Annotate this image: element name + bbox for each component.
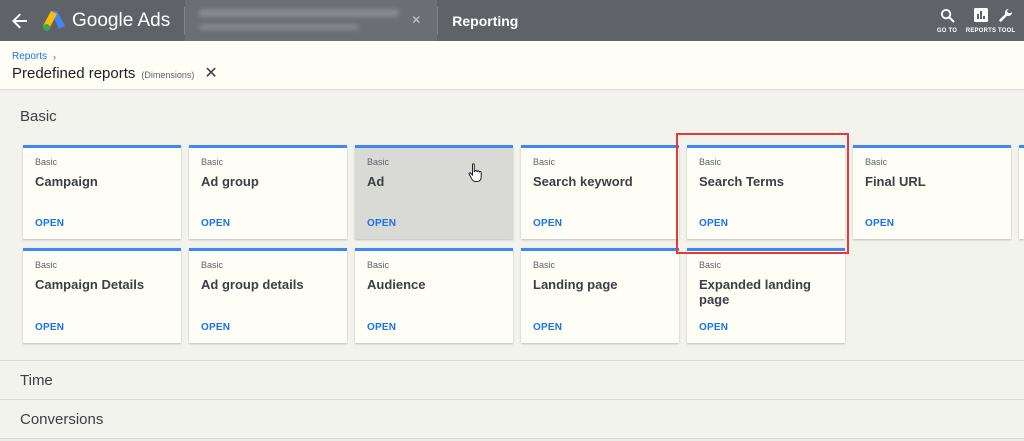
highlight-box xyxy=(676,133,849,254)
card-category: Basic xyxy=(367,260,390,270)
section-conversions[interactable]: Conversions xyxy=(0,400,1024,439)
divider xyxy=(437,6,439,35)
goto-label: GO TO xyxy=(936,27,958,34)
account-name-redacted xyxy=(199,9,400,17)
top-actions: GO TO REPORTS TOOL xyxy=(930,0,1024,41)
close-icon[interactable]: ✕ xyxy=(204,66,217,82)
card-title: Final URL xyxy=(865,174,926,189)
card-category: Basic xyxy=(35,157,58,167)
open-link[interactable]: OPEN xyxy=(533,218,562,229)
page-subtitle: (Dimensions) xyxy=(141,70,195,80)
open-link[interactable]: OPEN xyxy=(865,218,894,229)
card-title: Ad group details xyxy=(201,277,304,292)
open-link[interactable]: OPEN xyxy=(35,218,64,229)
google-ads-logo-icon xyxy=(43,10,65,31)
close-icon: ✕ xyxy=(411,13,422,27)
chevron-right-icon: › xyxy=(53,51,57,62)
card-category: Basic xyxy=(35,260,58,270)
title-row: Predefined reports (Dimensions) ✕ xyxy=(12,65,218,82)
open-link[interactable]: OPEN xyxy=(367,322,396,333)
back-arrow-icon[interactable] xyxy=(0,0,40,41)
tools-button[interactable]: TOOL xyxy=(998,0,1024,41)
report-card-partial[interactable] xyxy=(1019,145,1024,239)
card-title: Campaign xyxy=(35,174,98,189)
reports-icon xyxy=(974,7,988,26)
card-category: Basic xyxy=(201,157,224,167)
reports-button[interactable]: REPORTS xyxy=(964,0,998,41)
open-link[interactable]: OPEN xyxy=(367,218,396,229)
section-title-time[interactable]: Time xyxy=(20,372,53,389)
card-title: Campaign Details xyxy=(35,277,145,292)
card-category: Basic xyxy=(533,157,556,167)
section-time[interactable]: Time xyxy=(0,361,1024,400)
open-link[interactable]: OPEN xyxy=(533,322,562,333)
hand-pointer-icon xyxy=(468,163,482,182)
section-title-conversions[interactable]: Conversions xyxy=(20,411,103,428)
report-card-audience[interactable]: Basic Audience OPEN xyxy=(355,248,513,343)
page-header: Reports › Predefined reports (Dimensions… xyxy=(0,41,1024,90)
breadcrumb: Reports › xyxy=(12,51,56,62)
card-category: Basic xyxy=(699,260,722,270)
card-title: Expanded landing page xyxy=(699,277,811,307)
app-name: Google Ads xyxy=(72,9,171,31)
card-category: Basic xyxy=(865,157,888,167)
card-category: Basic xyxy=(533,260,556,270)
report-card-landing-page[interactable]: Basic Landing page OPEN xyxy=(521,248,679,343)
card-category: Basic xyxy=(367,157,390,167)
card-category: Basic xyxy=(201,260,224,270)
page-title: Predefined reports xyxy=(12,65,136,82)
card-title: Ad group xyxy=(201,174,259,189)
account-id-redacted xyxy=(199,24,360,30)
report-card-ad[interactable]: Basic Ad OPEN xyxy=(355,145,513,239)
reports-label: REPORTS xyxy=(965,27,997,34)
card-title: Audience xyxy=(367,277,426,292)
google-ads-logo[interactable]: Google Ads xyxy=(42,0,170,41)
card-title: Search keyword xyxy=(533,174,633,189)
section-title-basic[interactable]: Basic xyxy=(20,108,57,125)
open-link[interactable]: OPEN xyxy=(201,322,230,333)
report-card-expanded-landing-page[interactable]: Basic Expanded landing page OPEN xyxy=(687,248,845,343)
open-link[interactable]: OPEN xyxy=(201,218,230,229)
page-name: Reporting xyxy=(452,12,519,29)
open-link[interactable]: OPEN xyxy=(699,322,728,333)
report-card-search-keyword[interactable]: Basic Search keyword OPEN xyxy=(521,145,679,239)
card-title: Landing page xyxy=(533,277,618,292)
top-app-bar: Google Ads ✕ Reporting GO TO REPORTS TOO… xyxy=(0,0,1024,41)
goto-button[interactable]: GO TO xyxy=(930,0,964,41)
card-title: Ad xyxy=(367,174,385,189)
tools-label: TOOL xyxy=(998,27,1016,34)
report-card-ad-group-details[interactable]: Basic Ad group details OPEN xyxy=(189,248,347,343)
search-icon xyxy=(940,8,955,26)
account-selector[interactable]: ✕ xyxy=(185,0,438,41)
breadcrumb-reports-link[interactable]: Reports xyxy=(12,51,47,62)
wrench-icon xyxy=(998,8,1013,26)
report-card-final-url[interactable]: Basic Final URL OPEN xyxy=(853,145,1011,239)
report-card-ad-group[interactable]: Basic Ad group OPEN xyxy=(189,145,347,239)
report-card-campaign-details[interactable]: Basic Campaign Details OPEN xyxy=(23,248,181,343)
report-card-campaign[interactable]: Basic Campaign OPEN xyxy=(23,145,181,239)
open-link[interactable]: OPEN xyxy=(35,322,64,333)
